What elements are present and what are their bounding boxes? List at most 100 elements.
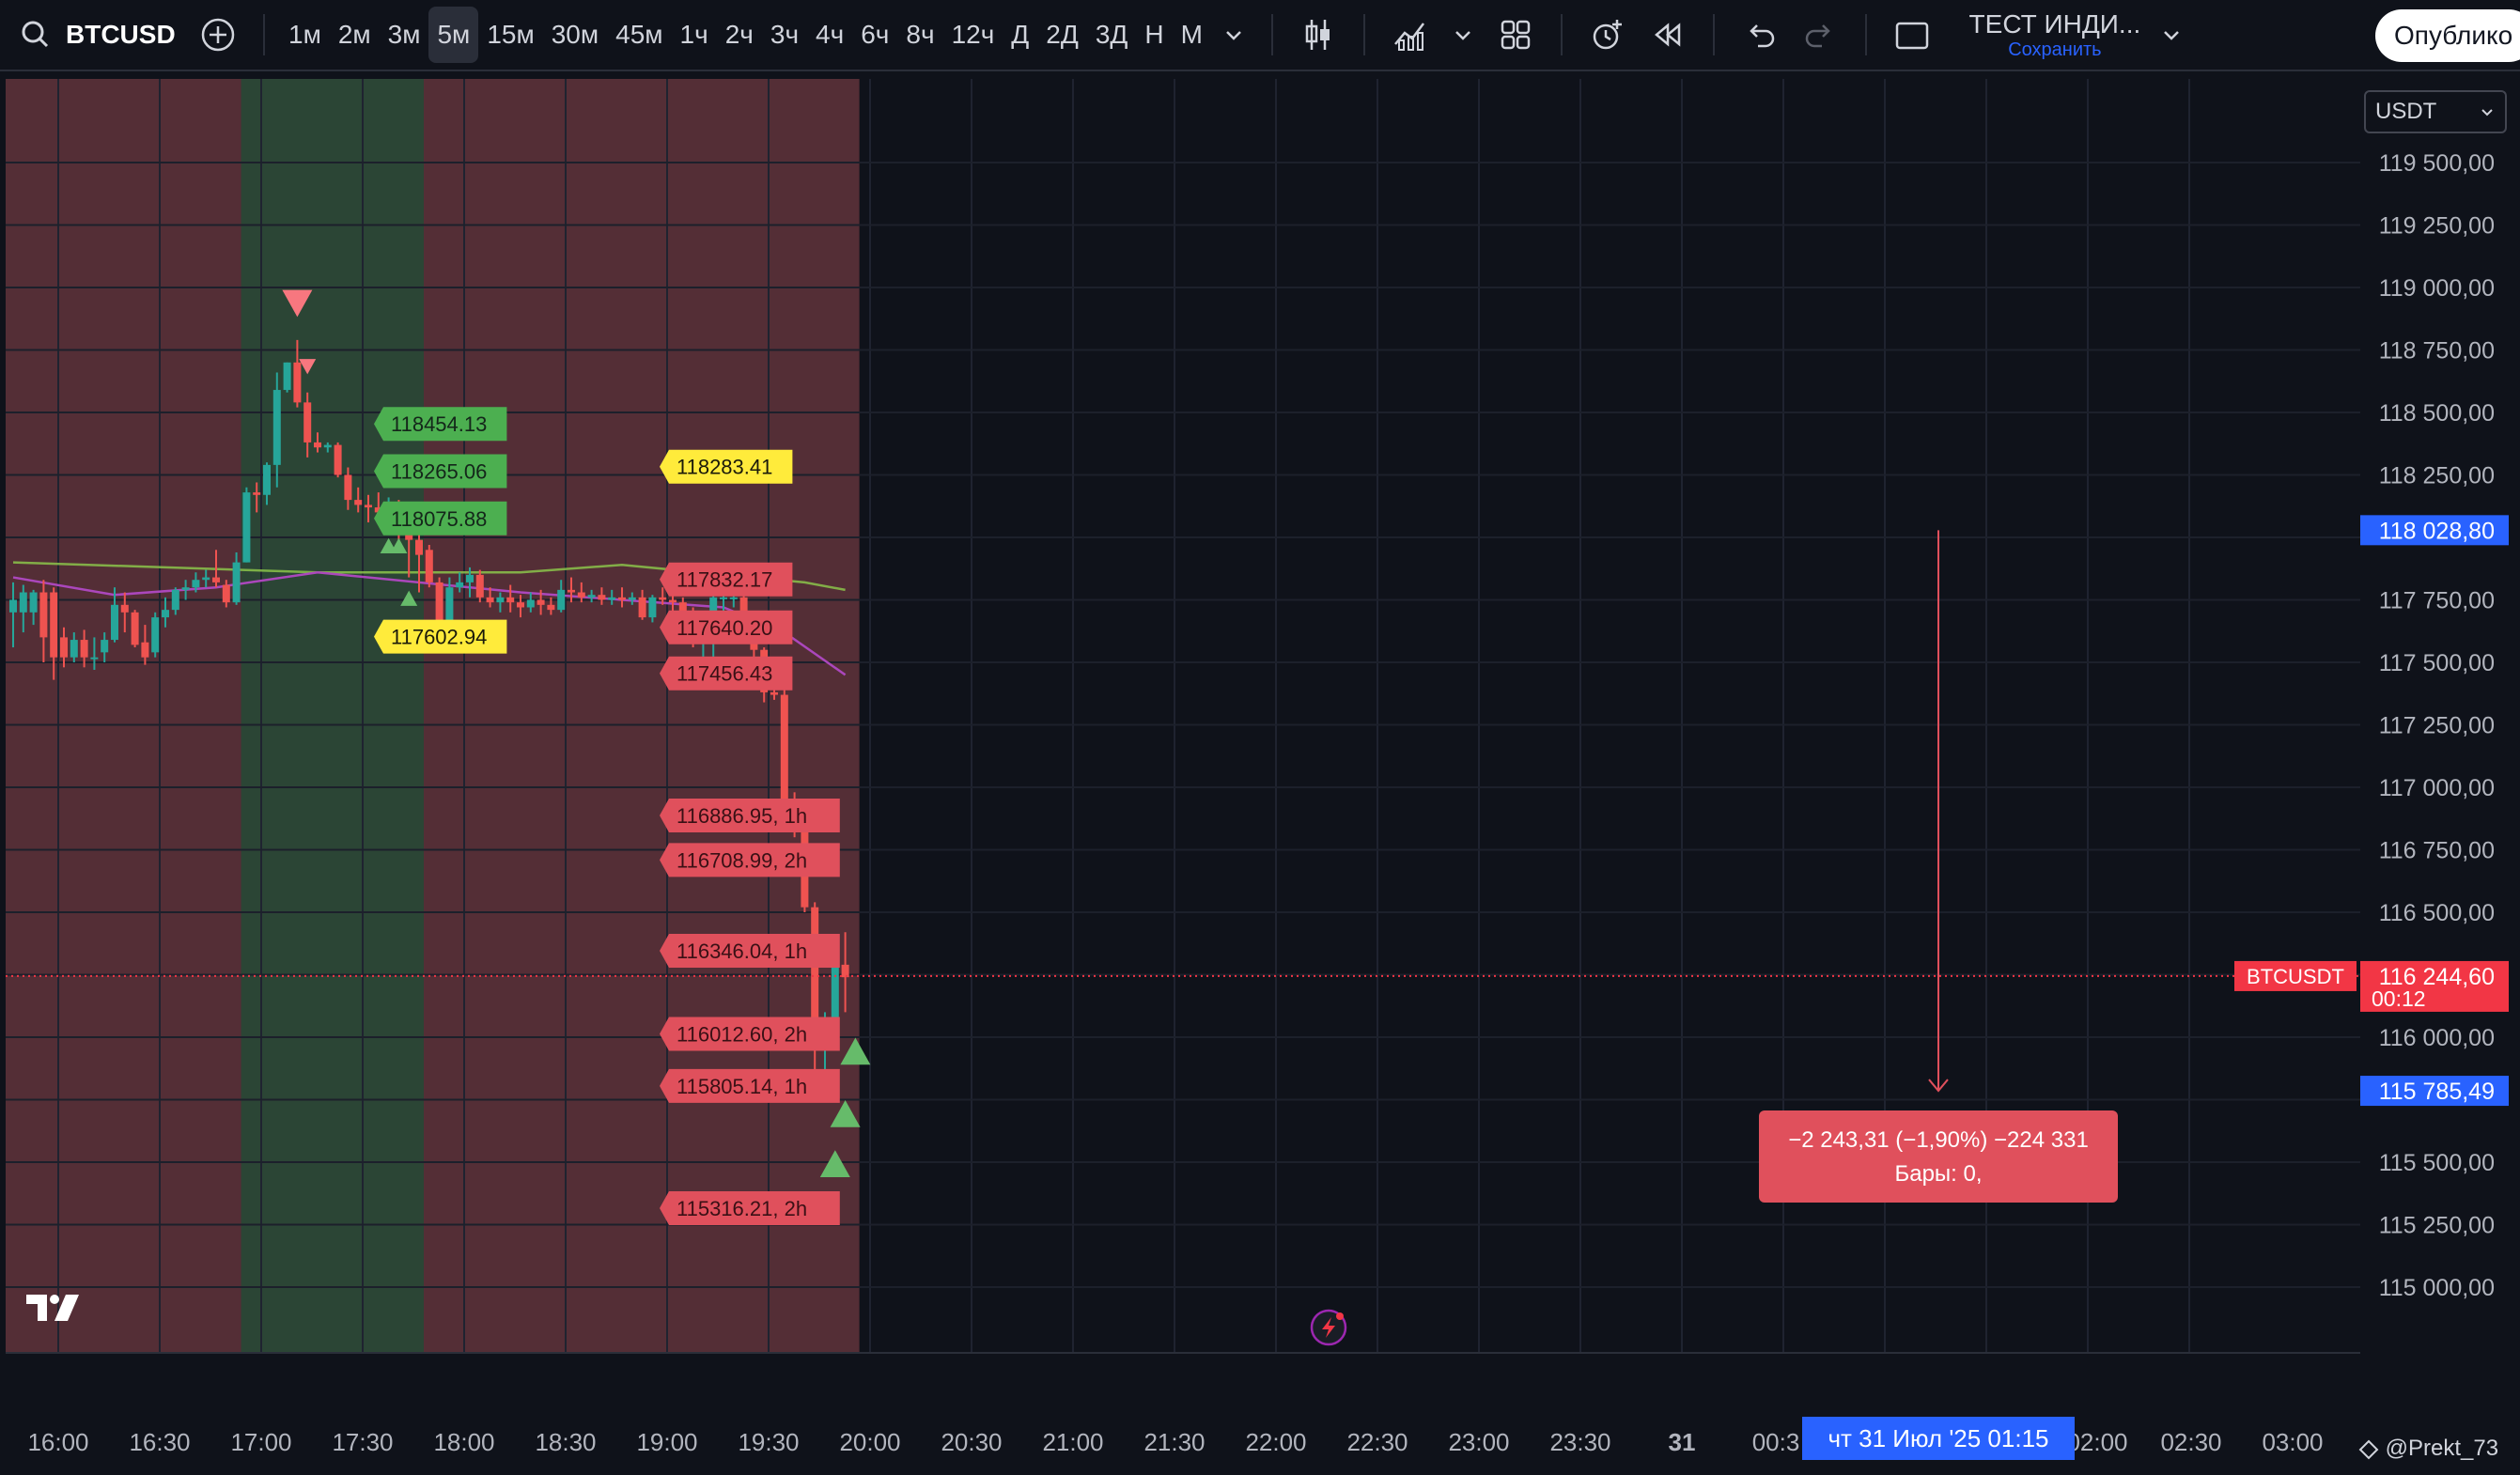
- interval-button[interactable]: 12ч: [943, 7, 1003, 63]
- interval-button[interactable]: М: [1173, 7, 1211, 63]
- interval-button[interactable]: 8ч: [897, 7, 942, 63]
- candle: [841, 964, 849, 978]
- interval-button[interactable]: 3м: [380, 7, 429, 63]
- candle: [577, 592, 585, 598]
- grid-icon: [1501, 20, 1531, 50]
- candle: [253, 492, 261, 495]
- candle: [242, 492, 251, 563]
- add-symbol-button[interactable]: [188, 7, 248, 63]
- candle: [314, 442, 321, 448]
- price-label-text: 118265.06: [391, 460, 487, 484]
- interval-button[interactable]: 30м: [543, 7, 607, 63]
- price-badge-text: 115 785,49: [2379, 1079, 2495, 1105]
- candle: [111, 604, 118, 641]
- interval-button[interactable]: 3ч: [762, 7, 807, 63]
- intervals-dropdown[interactable]: [1211, 7, 1256, 63]
- interval-button[interactable]: 45м: [607, 7, 671, 63]
- chevron-down-icon: [1455, 31, 1470, 40]
- top-toolbar: BTCUSD 1м 2м 3м 5м 15м 30м 45м 1ч 2ч 3ч 4ч 6ч 8ч 12ч Д…: [0, 0, 2520, 71]
- diamond-icon: [2358, 1439, 2379, 1460]
- time-tick-label: 00:3: [1752, 1428, 1800, 1456]
- price-label-text: 117456.43: [677, 662, 772, 686]
- time-tick-label: 19:00: [636, 1428, 697, 1456]
- divider: [1864, 14, 1867, 55]
- interval-button[interactable]: 6ч: [852, 7, 897, 63]
- layout-name[interactable]: ТЕСТ ИНДИ... Сохранить: [1961, 9, 2149, 61]
- candle: [618, 597, 626, 600]
- candle: [526, 599, 535, 608]
- time-axis[interactable]: [0, 1355, 2520, 1475]
- candle: [496, 597, 505, 603]
- time-tick-label: 23:30: [1549, 1428, 1610, 1456]
- interval-button[interactable]: 4ч: [807, 7, 852, 63]
- layout-dropdown[interactable]: [2149, 7, 2194, 63]
- author-name: @Prekt_73: [2385, 1436, 2499, 1461]
- layouts-button[interactable]: [1486, 7, 1546, 63]
- chart-type-button[interactable]: [1288, 7, 1348, 63]
- interval-button[interactable]: 2Д: [1037, 7, 1087, 63]
- time-tick-label: 20:00: [839, 1428, 900, 1456]
- time-tick-label: 21:30: [1143, 1428, 1205, 1456]
- interval-button[interactable]: 1м: [280, 7, 330, 63]
- interval-button[interactable]: 3Д: [1087, 7, 1137, 63]
- interval-button[interactable]: 2ч: [717, 7, 762, 63]
- candles-icon: [1305, 20, 1330, 50]
- currency-select[interactable]: USDT: [2364, 90, 2507, 133]
- candle: [19, 592, 27, 613]
- redo-icon: [1805, 24, 1830, 48]
- layout-title: ТЕСТ ИНДИ...: [1968, 8, 2141, 39]
- candle: [101, 640, 109, 653]
- time-tick-label: 03:00: [2262, 1428, 2323, 1456]
- price-label-text: 116012.60, 2h: [677, 1023, 807, 1047]
- price-tick-label: 119 250,00: [2379, 213, 2495, 240]
- candle: [141, 642, 149, 658]
- interval-button[interactable]: 2м: [330, 7, 380, 63]
- interval-selector: 1м 2м 3м 5м 15м 30м 45м 1ч 2ч 3ч 4ч 6ч 8ч 12ч Д 2Д 3Д Н М: [280, 7, 1211, 63]
- candle: [222, 584, 230, 603]
- fullscreen-button[interactable]: [1882, 7, 1942, 63]
- replay-button[interactable]: [1638, 7, 1698, 63]
- time-tick-label: 22:00: [1245, 1428, 1306, 1456]
- candle: [272, 390, 281, 465]
- candle: [415, 539, 423, 555]
- candle: [780, 694, 788, 800]
- time-tick-label: 16:00: [27, 1428, 88, 1456]
- price-label-text: 118075.88: [391, 507, 487, 531]
- time-tick-label: 21:00: [1042, 1428, 1103, 1456]
- candle: [517, 602, 524, 608]
- plus-circle-icon: [201, 18, 235, 52]
- candle: [568, 589, 575, 593]
- alert-button[interactable]: [1578, 7, 1638, 63]
- interval-button[interactable]: 15м: [478, 7, 542, 63]
- chart-area[interactable]: 118454.13 118265.06 118075.88 117602.94 1182…: [0, 73, 2520, 1475]
- tradingview-logo: [26, 1295, 79, 1321]
- save-status[interactable]: Сохранить: [2008, 39, 2101, 61]
- price-label-text: 117640.20: [677, 616, 772, 640]
- candle: [323, 444, 332, 448]
- interval-button[interactable]: Н: [1136, 7, 1172, 63]
- chart-canvas[interactable]: 118454.13 118265.06 118075.88 117602.94 1182…: [0, 73, 2520, 1475]
- price-tick-label: 116 000,00: [2379, 1025, 2495, 1051]
- candle: [162, 610, 169, 618]
- candle: [638, 597, 646, 618]
- rewind-icon: [1654, 23, 1681, 47]
- price-label-text: 116708.99, 2h: [677, 848, 807, 872]
- interval-button[interactable]: 1ч: [672, 7, 717, 63]
- divider: [1560, 14, 1563, 55]
- chevron-down-icon: [2481, 109, 2493, 116]
- price-label-text: 117832.17: [677, 568, 772, 592]
- candle: [202, 577, 210, 581]
- undo-button[interactable]: [1730, 7, 1790, 63]
- symbol-search[interactable]: BTCUSD: [0, 16, 188, 54]
- search-icon: [22, 21, 49, 48]
- candle: [466, 574, 474, 582]
- publish-button[interactable]: Опублико: [2375, 9, 2520, 62]
- price-tick-label: 117 250,00: [2379, 713, 2495, 739]
- price-tick-label: 118 250,00: [2379, 463, 2495, 489]
- candle: [557, 589, 566, 611]
- interval-button[interactable]: Д: [1003, 7, 1037, 63]
- interval-button[interactable]: 5м: [428, 7, 479, 63]
- redo-button[interactable]: [1790, 7, 1850, 63]
- indicators-dropdown[interactable]: [1440, 7, 1486, 63]
- indicators-button[interactable]: [1380, 7, 1440, 63]
